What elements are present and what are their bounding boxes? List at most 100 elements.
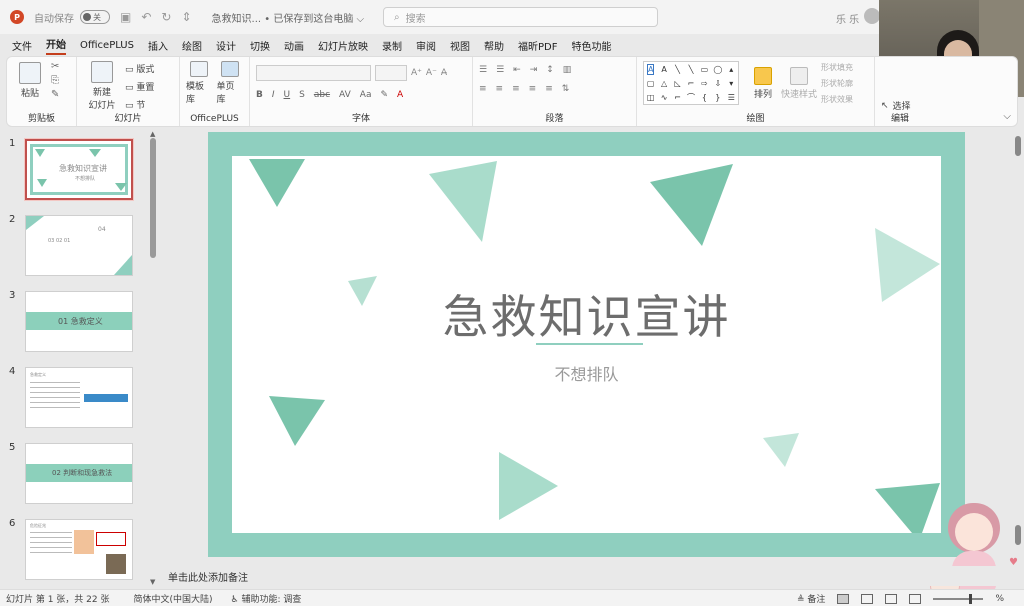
shape-fill-button[interactable]: 形状填充: [821, 62, 853, 73]
line2-shape-icon[interactable]: ╲: [689, 65, 694, 74]
elbow-shape-icon[interactable]: ⌐: [688, 79, 695, 88]
tab-2[interactable]: OfficePLUS: [80, 40, 134, 51]
avatar[interactable]: [864, 8, 880, 24]
normal-view-icon[interactable]: [837, 593, 850, 604]
reading-view-icon[interactable]: [885, 593, 898, 604]
tab-0[interactable]: 文件: [12, 38, 32, 53]
connector-shape-icon[interactable]: ⌐: [674, 93, 681, 102]
tab-12[interactable]: 帮助: [484, 38, 504, 53]
reset-button[interactable]: ▭ 重置: [125, 80, 154, 93]
shadow-button[interactable]: S: [299, 90, 305, 100]
align-center-icon[interactable]: ≡: [496, 84, 504, 94]
tab-8[interactable]: 幻灯片放映: [318, 38, 368, 53]
distributed-icon[interactable]: ≡: [545, 84, 553, 94]
strikethrough-button[interactable]: abc: [314, 90, 330, 100]
tab-7[interactable]: 动画: [284, 38, 304, 53]
increase-font-icon[interactable]: A⁺: [411, 68, 422, 78]
tab-1[interactable]: 开始: [46, 36, 66, 55]
template-library-button[interactable]: 模板库: [186, 61, 213, 105]
callout-shape-icon[interactable]: ◫: [647, 93, 655, 102]
line-spacing-icon[interactable]: ↕: [546, 65, 554, 75]
roundrect-shape-icon[interactable]: ▢: [647, 79, 655, 88]
undo-icon[interactable]: ↶: [141, 10, 151, 24]
zoom-thumb[interactable]: [969, 593, 973, 604]
case-icon[interactable]: Aa: [360, 90, 372, 100]
arrange-button[interactable]: 排列: [749, 66, 777, 100]
rtriangle-shape-icon[interactable]: ◺: [674, 79, 680, 88]
decrease-font-icon[interactable]: A⁻: [426, 68, 437, 78]
justify-icon[interactable]: ≡: [529, 84, 537, 94]
scroll-shapes-icon[interactable]: ▾: [729, 79, 733, 88]
language-indicator[interactable]: 简体中文(中国大陆): [133, 592, 212, 605]
font-family-select[interactable]: [256, 65, 371, 81]
down-arrow-shape-icon[interactable]: ⇩: [715, 79, 722, 88]
align-left-icon[interactable]: ≡: [479, 84, 487, 94]
zoom-percent[interactable]: %: [995, 594, 1004, 604]
customize-qat-icon[interactable]: ⇕: [181, 10, 191, 24]
shape-outline-button[interactable]: 形状轮廓: [821, 78, 853, 89]
shape-effects-button[interactable]: 形状效果: [821, 94, 853, 105]
clear-format-icon[interactable]: A̶: [441, 68, 447, 78]
oval-shape-icon[interactable]: ◯: [713, 65, 722, 74]
slide-title[interactable]: 急救知识宣讲: [232, 281, 941, 347]
slide-subtitle[interactable]: 不想排队: [232, 361, 941, 385]
columns-icon[interactable]: ▥: [563, 65, 572, 75]
textbox-shape-icon[interactable]: A: [646, 63, 655, 75]
increase-indent-icon[interactable]: ⇥: [530, 65, 538, 75]
document-title[interactable]: 急救知识... • 已保存到这台电脑 ⌵: [212, 10, 365, 25]
zoom-slider[interactable]: [933, 593, 984, 604]
user-name[interactable]: 乐 乐: [836, 11, 859, 26]
redo-icon[interactable]: ↻: [161, 10, 171, 24]
slideshow-view-icon[interactable]: [909, 593, 922, 604]
tab-3[interactable]: 插入: [148, 38, 168, 53]
slide-thumbnail-3[interactable]: 01 急救定义: [25, 291, 133, 352]
accessibility-indicator[interactable]: ♿ 辅助功能: 调查: [231, 592, 302, 605]
cut-icon[interactable]: ✂: [51, 61, 59, 72]
section-button[interactable]: ▭ 节: [125, 98, 154, 111]
thumbnail-scroll-down-icon[interactable]: ▼: [150, 578, 155, 586]
align-right-icon[interactable]: ≡: [512, 84, 520, 94]
paste-button[interactable]: 粘贴: [13, 62, 47, 99]
line-shape-icon[interactable]: ╲: [675, 65, 680, 74]
notes-pane[interactable]: 单击此处添加备注: [160, 566, 1020, 586]
spacing-icon[interactable]: AV: [339, 90, 351, 100]
brace-right-shape-icon[interactable]: }: [715, 93, 720, 102]
more-shapes-icon[interactable]: ▴: [729, 65, 733, 74]
vertical-textbox-shape-icon[interactable]: A: [661, 65, 666, 74]
underline-button[interactable]: U: [284, 90, 291, 100]
bold-button[interactable]: B: [256, 90, 263, 100]
canvas-scrollbar[interactable]: [1015, 136, 1021, 156]
collapse-ribbon-icon[interactable]: ⌵: [1003, 111, 1011, 122]
text-direction-icon[interactable]: ⇅: [562, 84, 570, 94]
slide-thumbnail-4[interactable]: 急救定义: [25, 367, 133, 428]
format-painter-icon[interactable]: ✎: [51, 89, 59, 100]
italic-button[interactable]: I: [272, 90, 275, 100]
notes-button[interactable]: ≜ 备注: [797, 592, 825, 605]
search-input[interactable]: ⌕ 搜索: [383, 7, 658, 27]
slide-thumbnail-5[interactable]: 02 判断和现急救法: [25, 443, 133, 504]
numbering-icon[interactable]: ☰: [496, 65, 504, 75]
layout-button[interactable]: ▭ 版式: [125, 62, 154, 75]
brace-left-shape-icon[interactable]: {: [702, 93, 707, 102]
decrease-indent-icon[interactable]: ⇤: [513, 65, 521, 75]
bullets-icon[interactable]: ☰: [479, 65, 487, 75]
tab-9[interactable]: 录制: [382, 38, 402, 53]
font-size-select[interactable]: [375, 65, 407, 81]
arrow-shape-icon[interactable]: ⇨: [701, 79, 708, 88]
copy-icon[interactable]: ⎘: [51, 75, 59, 86]
rect-shape-icon[interactable]: ▭: [701, 65, 709, 74]
font-color-icon[interactable]: A: [397, 90, 403, 100]
slide-thumbnail-2[interactable]: 04 03 02 01: [25, 215, 133, 276]
shapes-gallery[interactable]: A A ╲ ╲ ▭ ◯ ▴ ▢ △ ◺ ⌐ ⇨ ⇩ ▾ ◫ ∿ ⌐ ⌒ {} ☰: [643, 61, 739, 105]
autosave-toggle[interactable]: 关: [80, 10, 110, 24]
tab-10[interactable]: 审阅: [416, 38, 436, 53]
save-icon[interactable]: ▣: [120, 10, 131, 24]
slide-sorter-view-icon[interactable]: [861, 593, 874, 604]
thumbnail-scroll-up-icon[interactable]: ▲: [150, 130, 155, 138]
curve-shape-icon[interactable]: ∿: [661, 93, 668, 102]
slide-frame[interactable]: 急救知识宣讲 不想排队: [208, 132, 965, 557]
thumbnail-scrollbar[interactable]: [150, 138, 156, 258]
tab-5[interactable]: 设计: [216, 38, 236, 53]
slide-thumbnail-6[interactable]: 危险征兆: [25, 519, 133, 580]
tab-13[interactable]: 福昕PDF: [518, 38, 557, 53]
